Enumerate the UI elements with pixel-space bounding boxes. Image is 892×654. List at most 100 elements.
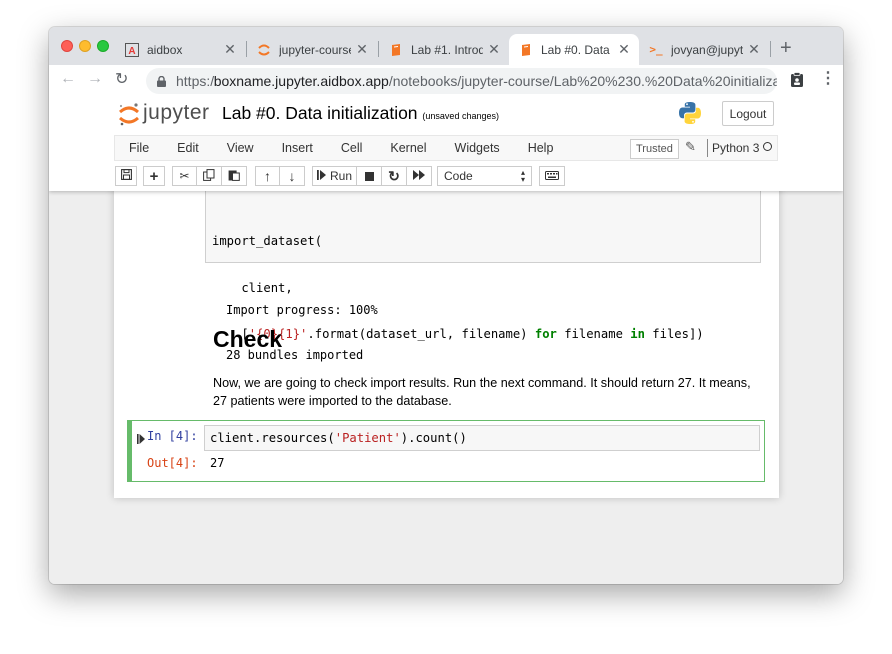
notebook-menubar: File Edit View Insert Cell Kernel Widget… [114, 135, 778, 161]
close-tab-icon[interactable]: ✕ [355, 41, 369, 58]
jupyter-header: jupyter Lab #0. Data initialization (uns… [49, 97, 843, 191]
paste-button[interactable] [222, 166, 247, 186]
markdown-heading: Check [213, 326, 283, 352]
tab-label: Lab #1. Introdu [411, 42, 483, 57]
code-input[interactable]: client.resources('Patient').count() [204, 425, 760, 451]
code-keyword: for [534, 327, 557, 341]
paste-icon [228, 169, 240, 184]
menu-edit[interactable]: Edit [163, 141, 213, 155]
tab-lab0-active[interactable]: Lab #0. Data in ✕ [509, 34, 639, 65]
notebook-favicon-icon [519, 43, 533, 57]
menu-help[interactable]: Help [514, 141, 568, 155]
trusted-indicator[interactable]: Trusted [630, 139, 679, 159]
run-button[interactable]: Run [312, 166, 357, 186]
input-prompt: In [4]: [147, 429, 198, 443]
notebook-title-text: Lab #0. Data initialization [222, 103, 418, 123]
aidbox-favicon-icon: A [125, 42, 139, 57]
tab-strip: A aidbox ✕ jupyter-course/ ✕ Lab #1. Int… [49, 27, 843, 65]
restart-kernel-button[interactable]: ↻ [382, 166, 407, 186]
browser-toolbar: ← → ↻ https:// boxname.jupyter.aidbox.ap… [49, 65, 843, 97]
select-arrows-icon: ▴ ▾ [520, 168, 525, 184]
terminal-favicon-icon: >_ [649, 43, 663, 56]
kernel-separator [707, 139, 708, 157]
menu-cell[interactable]: Cell [327, 141, 377, 155]
extension-clipboard-icon[interactable] [790, 72, 804, 93]
code-token: filename [556, 327, 631, 341]
cell-type-select[interactable]: Code ▴ ▾ [437, 166, 532, 186]
code-token: files]) [644, 327, 704, 341]
insert-cell-button[interactable]: + [143, 166, 165, 186]
code-token: client.resources( [210, 431, 335, 445]
tab-jupyter-course[interactable]: jupyter-course/ ✕ [249, 34, 375, 65]
kernel-idle-icon [763, 142, 772, 151]
restart-run-all-button[interactable] [407, 166, 432, 186]
address-bar[interactable]: https:// boxname.jupyter.aidbox.app /not… [146, 68, 777, 94]
menu-insert[interactable]: Insert [268, 141, 327, 155]
minimize-window-button[interactable] [79, 40, 91, 52]
new-tab-button[interactable]: + [780, 38, 792, 58]
cell-type-value: Code [444, 169, 473, 183]
tab-label: Lab #0. Data in [541, 42, 613, 57]
url-host: boxname.jupyter.aidbox.app [213, 73, 389, 89]
back-icon[interactable]: ← [60, 70, 76, 88]
cell-run-icon[interactable] [137, 431, 145, 449]
arrow-up-icon: ↑ [264, 168, 271, 184]
move-up-button[interactable]: ↑ [255, 166, 280, 186]
tab-label: aidbox [147, 42, 183, 57]
save-button[interactable] [115, 166, 137, 186]
save-status: (unsaved changes) [422, 111, 499, 121]
close-tab-icon[interactable]: ✕ [747, 41, 761, 58]
svg-text:A: A [128, 46, 135, 57]
browser-menu-icon[interactable]: ⋮ [820, 71, 836, 87]
menu-widgets[interactable]: Widgets [441, 141, 514, 155]
menu-view[interactable]: View [213, 141, 268, 155]
scissors-icon: ✂ [179, 169, 190, 183]
close-tab-icon[interactable]: ✕ [617, 41, 631, 58]
jupyter-page: jupyter Lab #0. Data initialization (uns… [49, 97, 843, 584]
close-tab-icon[interactable]: ✕ [487, 41, 501, 58]
url-path: /notebooks/jupyter-course/Lab%20%230.%20… [388, 73, 777, 89]
tab-separator [246, 41, 247, 57]
kernel-name[interactable]: Python 3 [712, 141, 759, 155]
copy-icon [203, 168, 215, 184]
output-value: 27 [210, 456, 225, 470]
tab-label: jovyan@jupyte [671, 42, 743, 57]
python-logo-icon [678, 101, 702, 130]
logout-button[interactable]: Logout [722, 101, 774, 126]
jupyter-wordmark[interactable]: jupyter [143, 101, 210, 125]
url-scheme: https:// [176, 73, 214, 89]
notebook-favicon-icon [389, 43, 403, 57]
tab-aidbox[interactable]: A aidbox ✕ [117, 34, 243, 65]
forward-icon[interactable]: → [87, 70, 103, 88]
tab-lab1[interactable]: Lab #1. Introdu ✕ [381, 34, 507, 65]
browser-window: A aidbox ✕ jupyter-course/ ✕ Lab #1. Int… [49, 27, 843, 584]
copy-button[interactable] [197, 166, 222, 186]
tab-separator [378, 41, 379, 57]
plus-icon: + [149, 167, 159, 185]
tab-terminal[interactable]: >_ jovyan@jupyte ✕ [641, 34, 767, 65]
lock-icon [157, 75, 166, 87]
stop-icon [364, 171, 374, 181]
jupyter-favicon-icon [257, 43, 271, 57]
menu-file[interactable]: File [115, 141, 163, 155]
jupyter-logo-icon[interactable] [118, 103, 140, 132]
close-tab-icon[interactable]: ✕ [223, 41, 237, 58]
run-label: Run [329, 169, 352, 183]
cut-button[interactable]: ✂ [172, 166, 197, 186]
maximize-window-button[interactable] [97, 40, 109, 52]
command-palette-button[interactable] [539, 166, 565, 186]
interrupt-kernel-button[interactable] [357, 166, 382, 186]
code-cell-selected[interactable]: In [4]: client.resources('Patient').coun… [127, 420, 765, 482]
close-window-button[interactable] [61, 40, 73, 52]
notebook-title[interactable]: Lab #0. Data initialization (unsaved cha… [222, 103, 499, 124]
menu-kernel[interactable]: Kernel [376, 141, 440, 155]
arrow-down-icon: ↓ [288, 168, 296, 184]
code-line: import_dataset( [212, 234, 323, 248]
tab-separator [770, 41, 771, 57]
step-forward-icon [316, 169, 326, 183]
move-down-button[interactable]: ↓ [280, 166, 305, 186]
edit-pencil-icon[interactable]: ✎ [685, 139, 696, 155]
reload-icon[interactable]: ↻ [115, 69, 128, 89]
tab-label: jupyter-course/ [279, 42, 351, 57]
notebook-container: import_dataset( client, ['{0}{1}'.format… [114, 177, 779, 498]
